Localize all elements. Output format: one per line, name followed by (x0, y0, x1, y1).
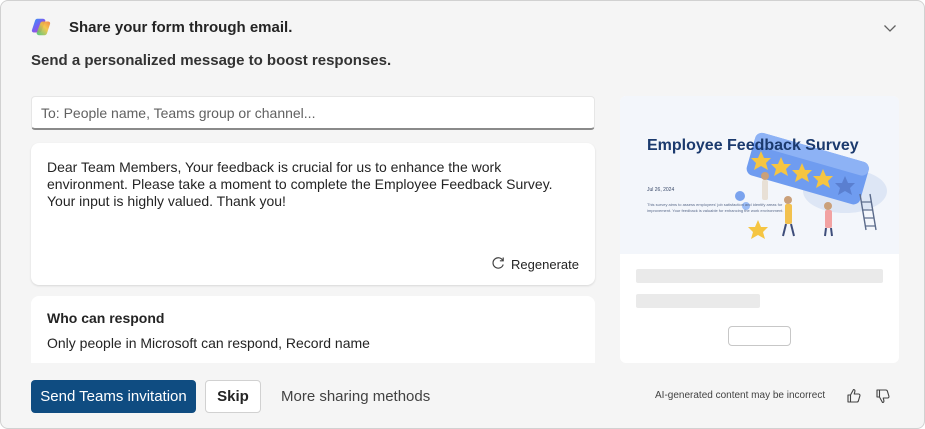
recipients-input[interactable] (41, 104, 585, 121)
panel-subtitle: Send a personalized message to boost res… (31, 52, 392, 69)
more-sharing-methods-link[interactable]: More sharing methods (281, 380, 430, 413)
chevron-down-icon[interactable] (881, 19, 899, 37)
regenerate-button[interactable]: Regenerate (490, 255, 579, 274)
rating-stars-illustration (735, 132, 887, 239)
preview-date: Jul 26, 2024 (647, 187, 675, 193)
send-teams-invitation-button[interactable]: Send Teams invitation (31, 380, 196, 413)
preview-placeholder-line (636, 269, 883, 283)
thumbs-down-icon[interactable] (874, 387, 892, 405)
recipients-field[interactable] (31, 96, 595, 130)
preview-body: This survey aims to assess employees' jo… (647, 202, 784, 213)
respond-description: Only people in Microsoft can respond, Re… (47, 335, 370, 351)
refresh-icon (490, 255, 506, 274)
preview-placeholder-button (728, 326, 791, 346)
form-preview-card: Employee Feedback Survey Jul 26, 2024 Th… (620, 96, 899, 363)
share-form-panel: Share your form through email. Send a pe… (0, 0, 925, 429)
who-can-respond-card[interactable]: Who can respond Only people in Microsoft… (31, 296, 595, 363)
ai-disclaimer: AI-generated content may be incorrect (655, 390, 826, 401)
respond-title: Who can respond (47, 310, 165, 326)
panel-title: Share your form through email. (69, 18, 293, 36)
preview-placeholder-line (636, 294, 760, 308)
copilot-logo-icon (29, 15, 53, 39)
skip-button[interactable]: Skip (205, 380, 261, 413)
message-text[interactable]: Dear Team Members, Your feedback is cruc… (47, 159, 577, 210)
message-card: Dear Team Members, Your feedback is cruc… (31, 143, 595, 285)
preview-banner: Employee Feedback Survey Jul 26, 2024 Th… (620, 96, 899, 254)
preview-title: Employee Feedback Survey (647, 137, 859, 154)
thumbs-up-icon[interactable] (845, 387, 863, 405)
panel-header: Share your form through email. (29, 13, 899, 41)
regenerate-label: Regenerate (511, 257, 579, 272)
